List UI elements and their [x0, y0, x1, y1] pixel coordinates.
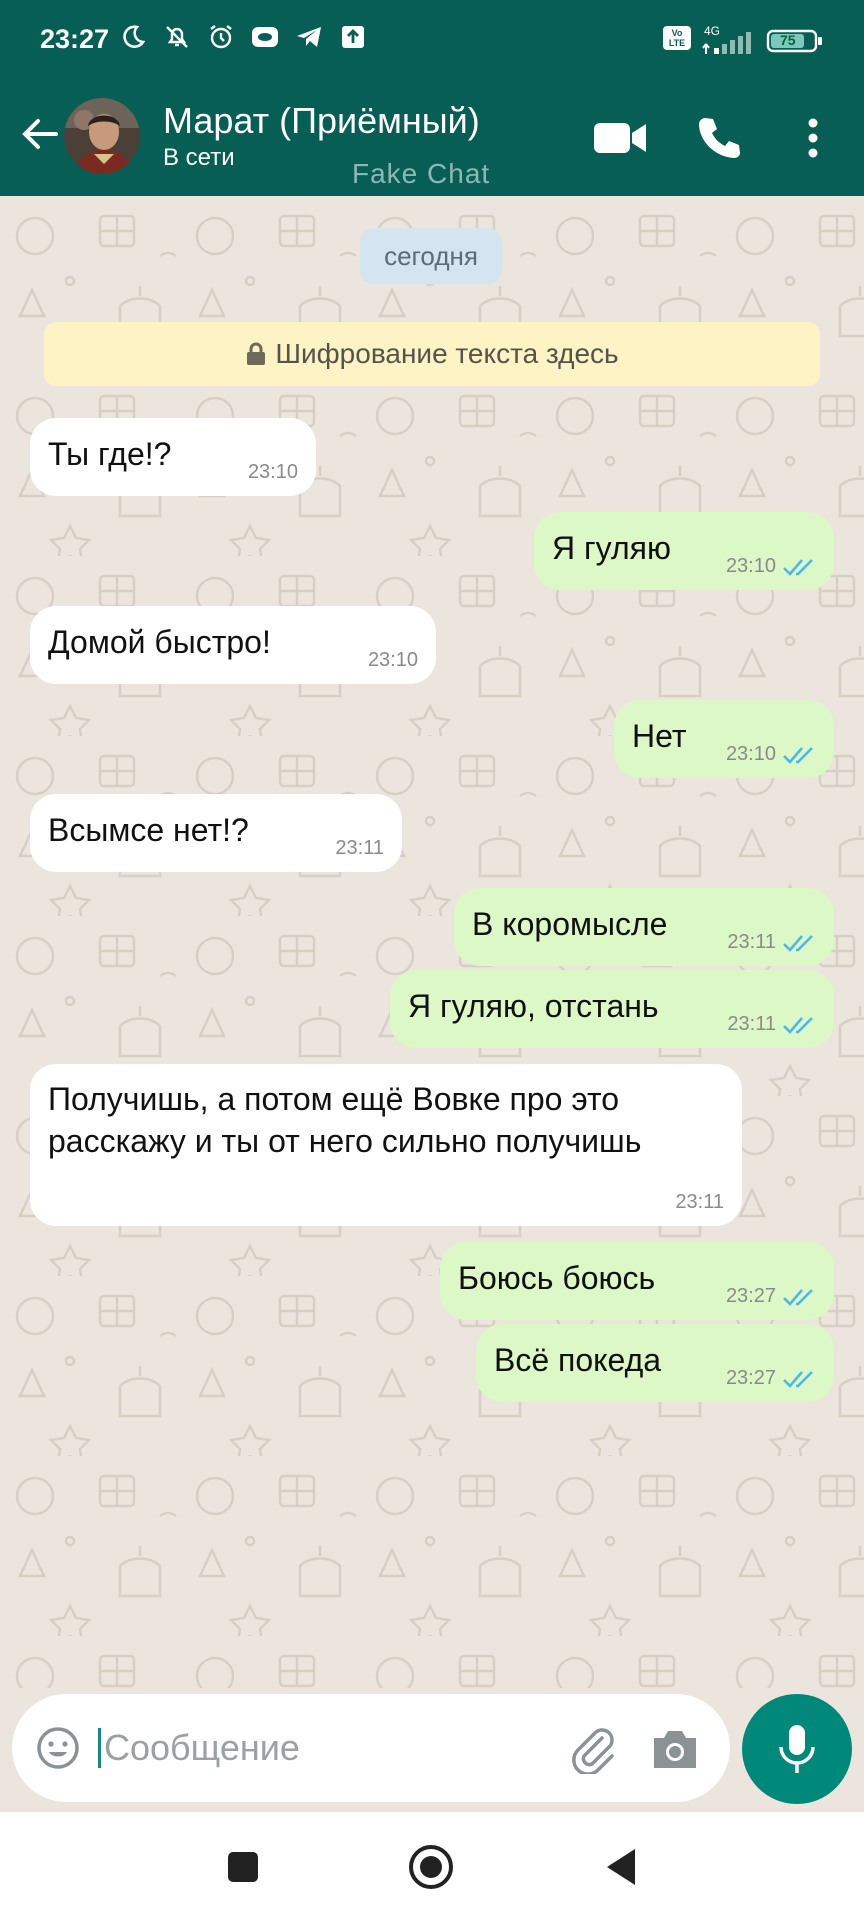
avatar[interactable] — [64, 98, 140, 174]
message-outgoing[interactable]: Нет 23:10 — [614, 700, 834, 778]
message-meta: 23:11 — [335, 837, 384, 860]
alarm-icon — [206, 22, 236, 52]
emoji-icon — [37, 1727, 79, 1769]
more-vertical-icon — [808, 118, 818, 158]
more-options-button[interactable] — [798, 110, 828, 166]
system-navigation-bar — [0, 1812, 864, 1920]
encryption-banner[interactable]: Шифрование текста здесь — [44, 322, 820, 386]
chat-area[interactable]: сегодня Шифрование текста здесь Ты где!?… — [0, 196, 864, 1688]
recents-button[interactable] — [216, 1840, 270, 1894]
app-icon — [250, 22, 280, 52]
message-time: 23:10 — [725, 743, 776, 765]
camera-button[interactable] — [650, 1726, 700, 1772]
contact-name[interactable]: Марат (Приёмный) — [163, 100, 480, 142]
message-incoming[interactable]: Всымсе нет!? 23:11 — [30, 794, 402, 872]
signal-icon: 4G — [702, 24, 756, 56]
message-text: Домой быстро! — [48, 624, 271, 660]
triangle-back-icon — [607, 1849, 635, 1885]
upload-icon — [338, 22, 368, 52]
double-check-icon — [783, 1370, 813, 1388]
message-text: В коромысле — [472, 906, 668, 942]
double-check-icon — [783, 934, 813, 952]
message-time: 23:10 — [725, 555, 776, 577]
home-circle-icon — [409, 1845, 453, 1889]
telegram-icon — [294, 22, 324, 52]
moon-icon — [118, 22, 148, 52]
video-call-button[interactable] — [592, 110, 648, 166]
message-input[interactable] — [104, 1722, 544, 1774]
message-outgoing[interactable]: Боюсь боюсь 23:27 — [440, 1242, 834, 1320]
back-nav-button[interactable] — [594, 1840, 648, 1894]
message-meta: 23:10 — [368, 649, 418, 672]
message-composer — [12, 1694, 730, 1802]
bell-off-icon — [162, 22, 192, 52]
avatar-photo — [64, 98, 140, 174]
message-text: Всё покеда — [494, 1342, 662, 1378]
message-meta: 23:11 — [727, 931, 816, 954]
message-time: 23:10 — [367, 649, 418, 671]
double-check-icon — [783, 558, 813, 576]
message-text: Я гуляю, отстань — [408, 988, 659, 1024]
chat-header: Марат (Приёмный) В сети Fake Chat — [0, 80, 864, 196]
voice-record-button[interactable] — [742, 1694, 852, 1804]
message-outgoing[interactable]: В коромысле 23:11 — [454, 888, 834, 966]
message-meta: 23:10 — [726, 555, 816, 578]
message-time: 23:11 — [727, 1013, 776, 1035]
message-text: Всымсе нет!? — [48, 812, 249, 848]
message-meta: 23:10 — [726, 743, 816, 766]
message-time: 23:11 — [675, 1191, 724, 1213]
volte-icon: Vo LTE — [662, 24, 692, 57]
message-meta: 23:11 — [727, 1013, 816, 1036]
svg-text:LTE: LTE — [669, 38, 685, 48]
svg-text:Vo: Vo — [672, 28, 683, 38]
message-time: 23:10 — [247, 461, 298, 483]
date-chip: сегодня — [360, 228, 502, 284]
status-bar: 23:27 Vo LTE 4G 75 — [0, 0, 864, 80]
microphone-icon — [779, 1725, 815, 1773]
home-button[interactable] — [404, 1840, 458, 1894]
lock-icon — [247, 342, 266, 365]
message-outgoing[interactable]: Я гуляю, отстань 23:11 — [390, 970, 834, 1048]
battery-icon: 75 — [766, 28, 824, 54]
arrow-left-icon — [22, 119, 58, 149]
message-incoming[interactable]: Получишь, а потом ещё Вовке про это расс… — [30, 1064, 742, 1226]
double-check-icon — [783, 1288, 813, 1306]
status-time: 23:27 — [40, 24, 110, 54]
watermark: Fake Chat — [352, 158, 491, 189]
square-icon — [228, 1852, 258, 1882]
video-camera-icon — [594, 123, 646, 153]
text-caret — [98, 1728, 101, 1768]
message-text: Нет — [632, 718, 687, 754]
phone-icon — [699, 118, 740, 158]
encryption-text: Шифрование текста здесь — [275, 338, 619, 369]
back-button[interactable] — [18, 112, 62, 156]
emoji-button[interactable] — [36, 1726, 80, 1770]
battery-level: 75 — [780, 31, 796, 48]
status-icons-right: Vo LTE 4G 75 — [662, 24, 824, 57]
message-time: 23:27 — [725, 1285, 776, 1307]
message-meta: 23:10 — [248, 461, 298, 484]
message-text: Ты где!? — [48, 436, 172, 472]
attach-button[interactable] — [568, 1724, 618, 1776]
message-meta: 23:27 — [726, 1285, 816, 1308]
voice-call-button[interactable] — [690, 110, 746, 166]
double-check-icon — [783, 1016, 813, 1034]
message-meta: 23:11 — [675, 1191, 724, 1214]
message-text: Я гуляю — [552, 530, 671, 566]
double-check-icon — [783, 746, 813, 764]
message-time: 23:27 — [725, 1367, 776, 1389]
message-meta: 23:27 — [726, 1367, 816, 1390]
message-time: 23:11 — [727, 931, 776, 953]
status-icons-left — [118, 22, 368, 52]
message-outgoing[interactable]: Всё покеда 23:27 — [476, 1324, 834, 1402]
message-text: Боюсь боюсь — [458, 1260, 656, 1296]
paperclip-icon — [572, 1728, 614, 1776]
message-incoming[interactable]: Домой быстро! 23:10 — [30, 606, 436, 684]
camera-icon — [654, 1731, 696, 1768]
message-text: Получишь, а потом ещё Вовке про это расс… — [48, 1081, 642, 1159]
message-outgoing[interactable]: Я гуляю 23:10 — [534, 512, 834, 590]
message-time: 23:11 — [335, 837, 384, 859]
message-incoming[interactable]: Ты где!? 23:10 — [30, 418, 316, 496]
contact-status: В сети — [163, 144, 235, 171]
